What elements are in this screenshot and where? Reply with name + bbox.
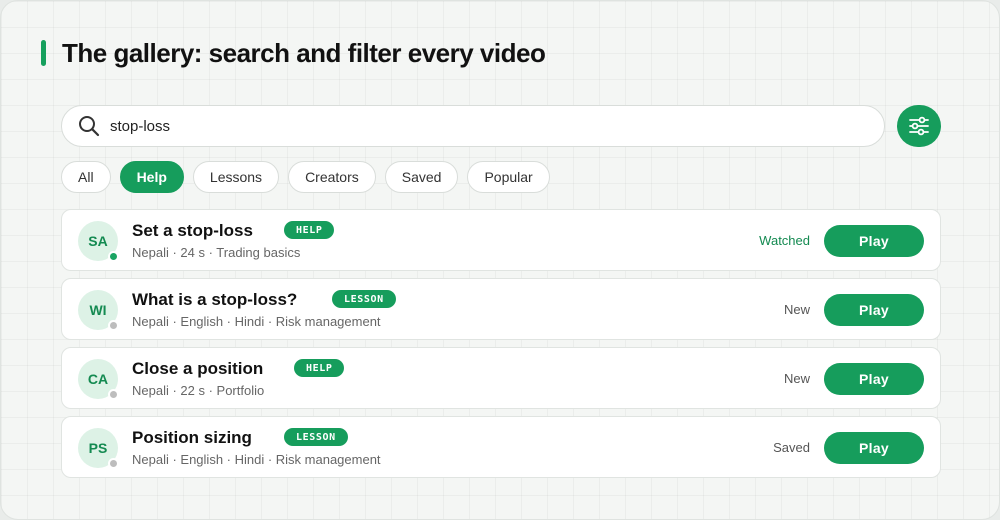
tab-help[interactable]: Help [119, 161, 184, 193]
avatar-initials: SA [88, 233, 108, 249]
sliders-icon [907, 114, 931, 138]
status-dot-icon [108, 251, 119, 262]
avatar: SA [78, 221, 119, 262]
video-title[interactable]: What is a stop-loss? [132, 290, 297, 310]
search-input[interactable] [110, 117, 884, 135]
filter-tabs: All Help Lessons Creators Saved Popular [61, 161, 559, 193]
tab-all[interactable]: All [61, 161, 111, 193]
play-button[interactable]: Play [824, 225, 924, 257]
search-icon [78, 115, 100, 137]
play-button[interactable]: Play [824, 432, 924, 464]
status-label: New [783, 371, 810, 386]
video-row[interactable]: PS Position sizing LESSON Nepali · Engli… [61, 416, 941, 478]
search-box[interactable] [61, 105, 885, 147]
title-row: The gallery: search and filter every vid… [41, 37, 546, 69]
category-badge: HELP [284, 221, 335, 239]
play-button[interactable]: Play [824, 294, 924, 326]
tab-lessons[interactable]: Lessons [192, 161, 280, 193]
status-label: New [783, 302, 810, 317]
title-accent-bar [41, 40, 46, 66]
video-row[interactable]: WI What is a stop-loss? LESSON Nepali · … [61, 278, 941, 340]
status-dot-icon [108, 389, 119, 400]
video-row[interactable]: SA Set a stop-loss HELP Nepali · 24 s · … [61, 209, 941, 271]
status-label: Saved [773, 440, 810, 455]
category-badge: LESSON [332, 290, 396, 308]
avatar: CA [78, 359, 119, 400]
tab-saved[interactable]: Saved [384, 161, 459, 193]
video-meta: Nepali · English · Hindi · Risk manageme… [132, 314, 381, 329]
video-meta: Nepali · 24 s · Trading basics [132, 245, 301, 260]
video-list: SA Set a stop-loss HELP Nepali · 24 s · … [61, 209, 941, 485]
video-row[interactable]: CA Close a position HELP Nepali · 22 s ·… [61, 347, 941, 409]
video-title[interactable]: Close a position [132, 359, 263, 379]
avatar: PS [78, 428, 119, 469]
status-dot-icon [108, 320, 119, 331]
status-dot-icon [108, 458, 119, 469]
category-badge: HELP [294, 359, 345, 377]
play-button[interactable]: Play [824, 363, 924, 395]
avatar-initials: CA [87, 371, 109, 387]
video-meta: Nepali · 22 s · Portfolio [132, 383, 265, 398]
video-title[interactable]: Position sizing [132, 428, 252, 448]
tab-popular[interactable]: Popular [467, 161, 550, 193]
video-meta: Nepali · English · Hindi · Risk manageme… [132, 452, 381, 467]
tab-creators[interactable]: Creators [288, 161, 376, 193]
video-title[interactable]: Set a stop-loss [132, 221, 253, 241]
filter-button[interactable] [897, 105, 941, 147]
page-title: The gallery: search and filter every vid… [62, 37, 546, 68]
avatar-initials: WI [89, 302, 107, 318]
category-badge: LESSON [284, 428, 348, 446]
status-label: Watched [759, 233, 810, 248]
gallery-card: The gallery: search and filter every vid… [0, 0, 1000, 520]
avatar: WI [78, 290, 119, 331]
avatar-initials: PS [88, 440, 108, 456]
